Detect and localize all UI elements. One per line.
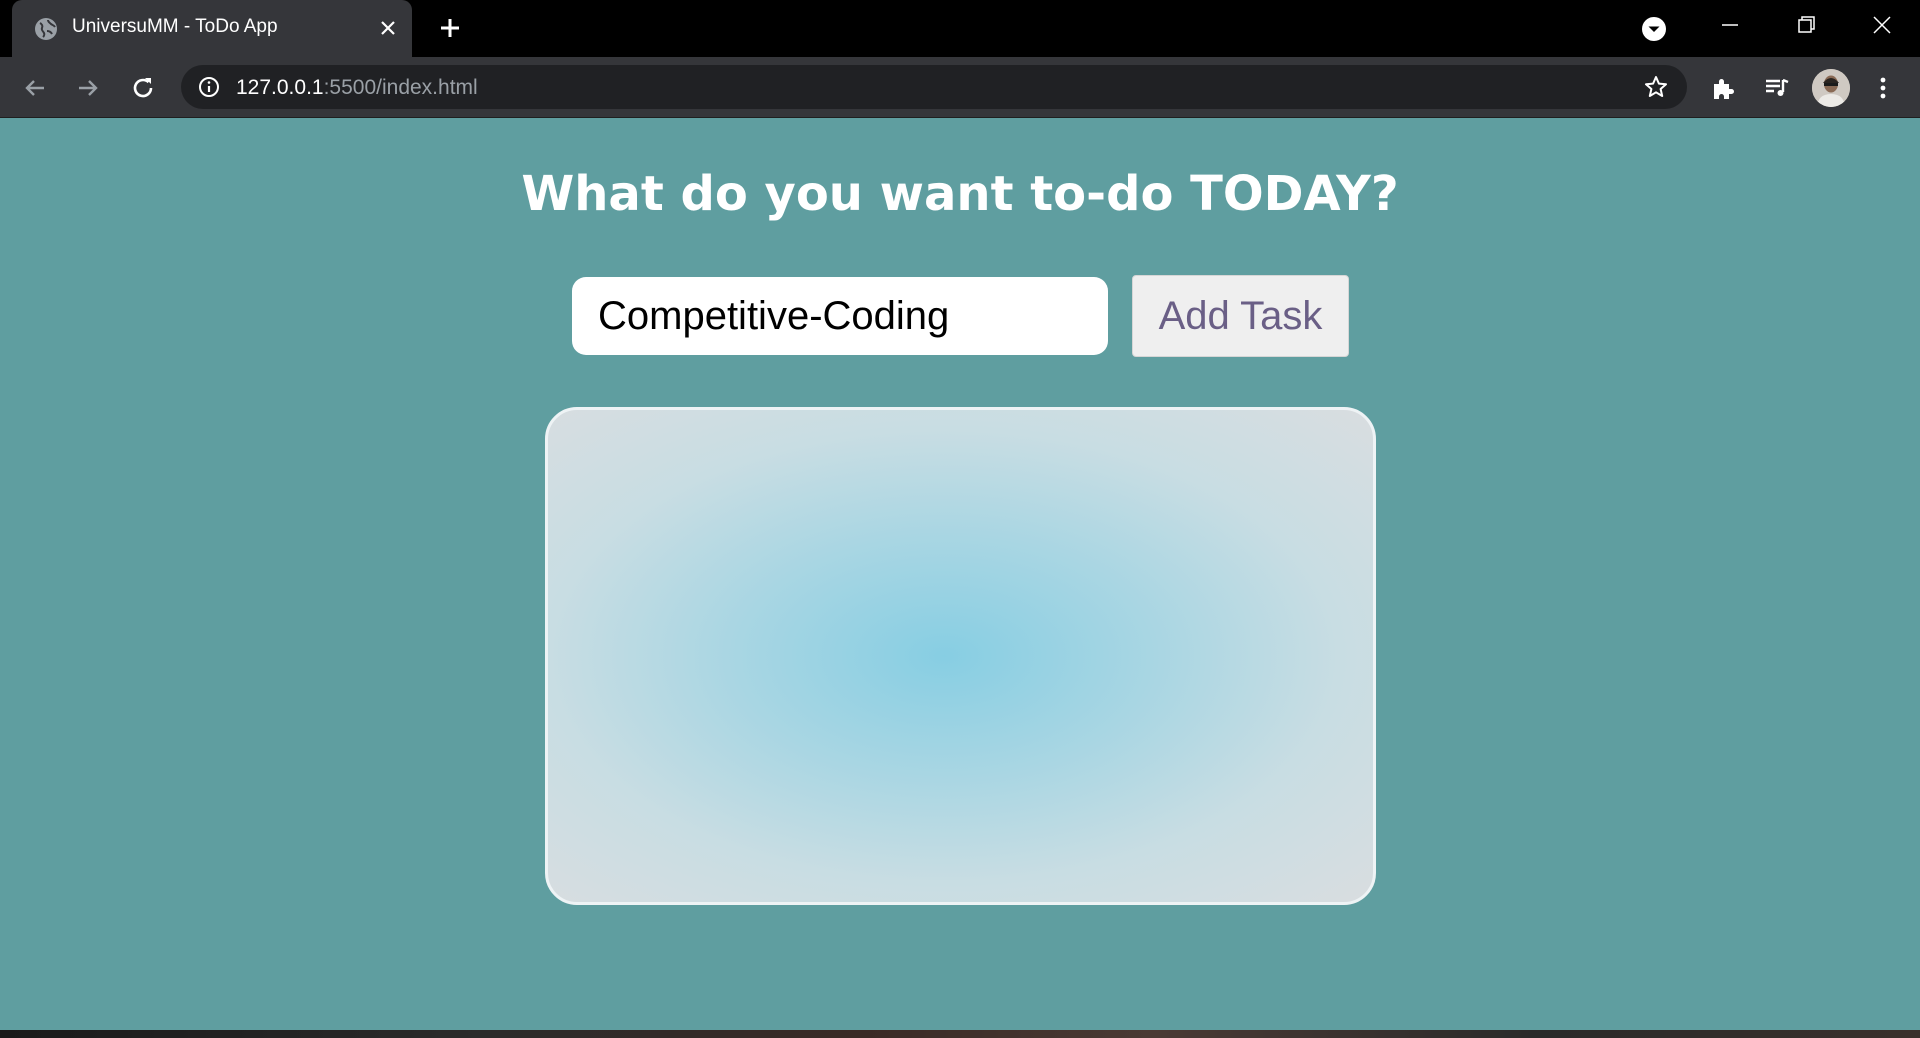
address-url[interactable]: 127.0.0.1:5500/index.html [236,76,478,100]
page-heading: What do you want to-do TODAY? [521,166,1399,222]
close-tab-icon[interactable] [376,16,400,40]
address-bar[interactable]: 127.0.0.1:5500/index.html [181,65,1687,109]
extensions-puzzle-icon[interactable] [1709,73,1739,103]
minimize-window-icon[interactable] [1710,10,1750,40]
forward-arrow-icon[interactable] [73,73,103,103]
tab-search-icon[interactable] [1640,15,1668,43]
kebab-menu-icon[interactable] [1868,73,1898,103]
restore-window-icon[interactable] [1785,10,1825,40]
task-input[interactable] [572,277,1108,355]
profile-avatar[interactable] [1812,69,1850,107]
reload-icon[interactable] [128,73,158,103]
browser-tab-active[interactable]: UniversuMM - ToDo App [12,0,412,57]
url-path: :5500/index.html [323,76,478,99]
task-list-container [545,407,1376,905]
tab-title: UniversuMM - ToDo App [72,16,278,37]
globe-icon [35,18,57,40]
url-host: 127.0.0.1 [236,76,324,99]
os-taskbar-edge [0,1030,1920,1038]
site-info-icon[interactable] [198,76,220,98]
back-arrow-icon[interactable] [20,73,50,103]
profile-photo-icon [1812,69,1850,107]
add-task-button[interactable]: Add Task [1132,275,1349,357]
close-window-icon[interactable] [1862,10,1902,40]
new-tab-plus-icon[interactable] [436,14,464,42]
browser-tab-strip: UniversuMM - ToDo App [0,0,1920,57]
bookmark-star-icon[interactable] [1643,74,1669,100]
media-queue-icon[interactable] [1762,73,1792,103]
browser-toolbar: 127.0.0.1:5500/index.html [0,57,1920,118]
